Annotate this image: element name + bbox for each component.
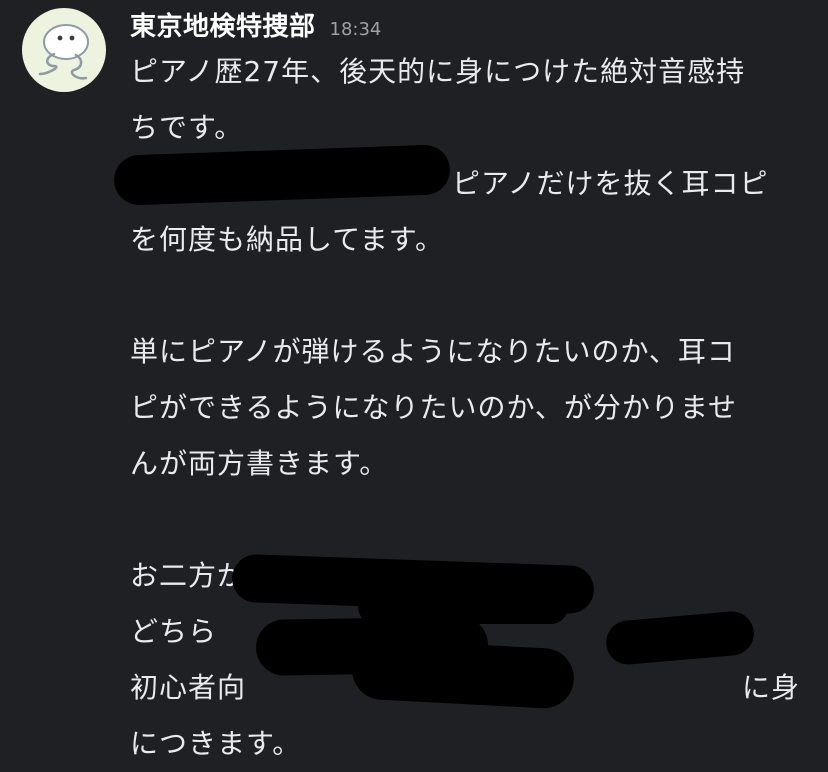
username[interactable]: 東京地検特捜部 bbox=[130, 6, 316, 43]
message-line bbox=[130, 268, 810, 324]
message-line: ピができるようになりたいのか、が分かりませ bbox=[130, 391, 738, 424]
cartoon-character-icon bbox=[38, 24, 89, 80]
message-line: ちです。 bbox=[130, 111, 244, 144]
message-line: 単にピアノが弾けるようになりたいのか、耳コ bbox=[130, 335, 736, 368]
avatar[interactable] bbox=[22, 8, 106, 92]
message-line: ピアノ歴27年、後天的に身につけた絶対音感持 bbox=[130, 55, 746, 88]
message-header: 東京地検特捜部 18:34 bbox=[130, 6, 381, 46]
redaction-mark bbox=[350, 638, 576, 710]
message-fragment: 初心者向 bbox=[130, 671, 247, 704]
message-line bbox=[130, 492, 810, 548]
message-line: んが両方書きます。 bbox=[130, 447, 389, 480]
message-fragment: に身 bbox=[742, 671, 801, 704]
message-line: を何度も納品してます。 bbox=[130, 223, 444, 256]
message-line: につきます。 bbox=[130, 727, 302, 760]
timestamp: 18:34 bbox=[329, 19, 382, 40]
